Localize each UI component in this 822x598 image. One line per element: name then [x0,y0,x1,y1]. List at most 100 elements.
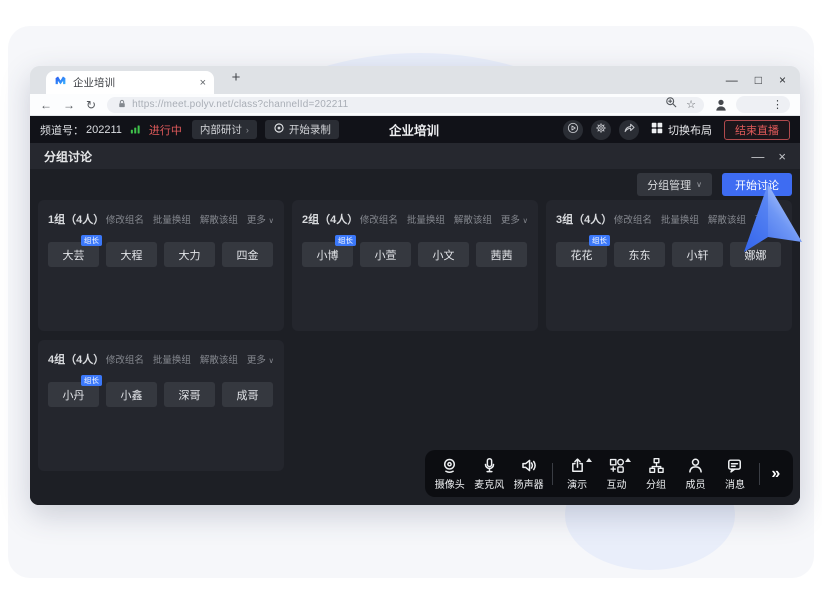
mic-icon [481,457,498,474]
bookmark-star-icon[interactable]: ☆ [686,98,696,111]
settings-button[interactable] [591,120,611,140]
back-button[interactable]: ← [40,98,52,112]
member-chip[interactable]: 小轩 [672,242,723,267]
end-live-button[interactable]: 结束直播 [724,120,790,140]
start-record-button[interactable]: 开始录制 [265,120,339,139]
group-action[interactable]: 解散该组 [200,352,238,366]
caret-up-icon [586,458,592,462]
member-chip[interactable]: 大力 [164,242,215,267]
toolbar-item-group[interactable]: 分组 [636,457,675,491]
share-icon [623,121,636,139]
browser-tab[interactable]: 企业培训 × [46,71,214,94]
member-name: 大程 [121,247,143,263]
mouse-cursor-icon [744,184,806,256]
toolbar-item-camera[interactable]: 摄像头 [430,457,469,491]
group-card: 4组（4人） 修改组名批量换组解散该组更多 ∨ 小丹组长小鑫深哥成哥 [38,340,284,471]
group-manage-button[interactable]: 分组管理 ∨ [637,173,712,196]
toolbar-item-label: 麦克风 [474,476,504,491]
group-action[interactable]: 批量换组 [153,352,191,366]
toolbar-item-label: 互动 [607,476,627,491]
toolbar-item-speaker[interactable]: 扬声器 [509,457,548,491]
leader-badge: 组长 [81,235,102,246]
start-record-label: 开始录制 [289,122,331,137]
group-action[interactable]: 批量换组 [407,212,445,226]
member-chip[interactable]: 茜茜 [476,242,527,267]
share-button[interactable] [619,120,639,140]
member-name: 大芸 [63,247,85,263]
url-input[interactable]: https://meet.polyv.net/class?channelId=2… [107,97,704,113]
toolbar-item-message[interactable]: 消息 [715,457,754,491]
playback-button[interactable] [563,120,583,140]
toolbar-item-mic[interactable]: 麦克风 [469,457,508,491]
member-chip[interactable]: 小博组长 [302,242,353,267]
member-chip[interactable]: 花花组长 [556,242,607,267]
member-name: 茜茜 [491,247,513,263]
member-name: 小轩 [687,247,709,263]
panel-close-button[interactable]: × [778,149,786,164]
group-action[interactable]: 修改组名 [106,212,144,226]
caret-up-icon [625,458,631,462]
member-chip[interactable]: 成哥 [222,382,273,407]
group-card: 2组（4人） 修改组名批量换组解散该组更多 ∨ 小博组长小萱小文茜茜 [292,200,538,331]
webcam-icon [441,457,458,474]
window-close-button[interactable]: × [779,73,786,87]
member-chip[interactable]: 小文 [418,242,469,267]
internal-seminar-button[interactable]: 内部研讨 › [192,120,257,139]
group-actions: 修改组名批量换组解散该组更多 ∨ [106,212,274,226]
reload-button[interactable]: ↻ [86,98,96,112]
member-chip[interactable]: 四金 [222,242,273,267]
member-name: 四金 [237,247,259,263]
window-minimize-button[interactable]: — [726,73,738,87]
group-action[interactable]: 修改组名 [360,212,398,226]
group-action[interactable]: 解散该组 [708,212,746,226]
lock-icon [117,96,127,114]
group-action[interactable]: 解散该组 [454,212,492,226]
panel-minimize-button[interactable]: — [751,149,764,164]
group-action-more[interactable]: 更多 ∨ [501,212,528,226]
toolbar-item-member[interactable]: 成员 [676,457,715,491]
member-name: 小鑫 [121,387,143,403]
url-text: https://meet.polyv.net/class?channelId=2… [132,99,348,110]
member-chip[interactable]: 小丹组长 [48,382,99,407]
member-name: 花花 [571,247,593,263]
group-action[interactable]: 批量换组 [661,212,699,226]
switch-layout-button[interactable]: 切换布局 [651,122,712,138]
toolbar-expand-button[interactable]: » [764,465,788,483]
group-action-more[interactable]: 更多 ∨ [247,212,274,226]
member-chip[interactable]: 小鑫 [106,382,157,407]
member-icon [687,457,704,474]
group-action[interactable]: 修改组名 [106,352,144,366]
toolbar-item-interact[interactable]: 互动 [597,457,636,491]
tab-close-icon[interactable]: × [200,77,206,89]
zoom-icon[interactable] [665,96,678,114]
browser-menu-button[interactable]: ⋮ [736,96,790,113]
tab-favicon-icon [54,74,67,92]
toolbar-item-label: 演示 [567,476,587,491]
toolbar-item-label: 消息 [725,476,745,491]
profile-avatar-icon[interactable] [714,98,728,112]
member-chip[interactable]: 小萱 [360,242,411,267]
toolbar-item-label: 摄像头 [435,476,465,491]
member-chip[interactable]: 大芸组长 [48,242,99,267]
group-action[interactable]: 批量换组 [153,212,191,226]
tab-title: 企业培训 [73,75,194,90]
member-name: 深哥 [179,387,201,403]
panel-title: 分组讨论 [44,148,92,165]
window-maximize-button[interactable]: □ [755,73,762,87]
chevron-down-icon: ∨ [269,216,275,225]
browser-tabstrip: 企业培训 × + — □ × [30,66,800,94]
group-action[interactable]: 解散该组 [200,212,238,226]
member-chip[interactable]: 东东 [614,242,665,267]
member-name: 小萱 [375,247,397,263]
member-chip[interactable]: 深哥 [164,382,215,407]
leader-badge: 组长 [589,235,610,246]
panel-body: 分组管理 ∨ 开始讨论 1组（4人） 修改组名批量换组解散该组更多 ∨ 大芸组长… [30,169,800,505]
forward-button[interactable]: → [63,98,75,112]
internal-seminar-label: 内部研讨 [200,122,242,137]
toolbar-item-present[interactable]: 演示 [557,457,596,491]
app-topbar: 频道号： 202211 进行中 内部研讨 › 开始录制 企业培训 [30,116,800,143]
member-chip[interactable]: 大程 [106,242,157,267]
group-action-more[interactable]: 更多 ∨ [247,352,274,366]
group-action[interactable]: 修改组名 [614,212,652,226]
new-tab-button[interactable]: + [226,69,246,86]
